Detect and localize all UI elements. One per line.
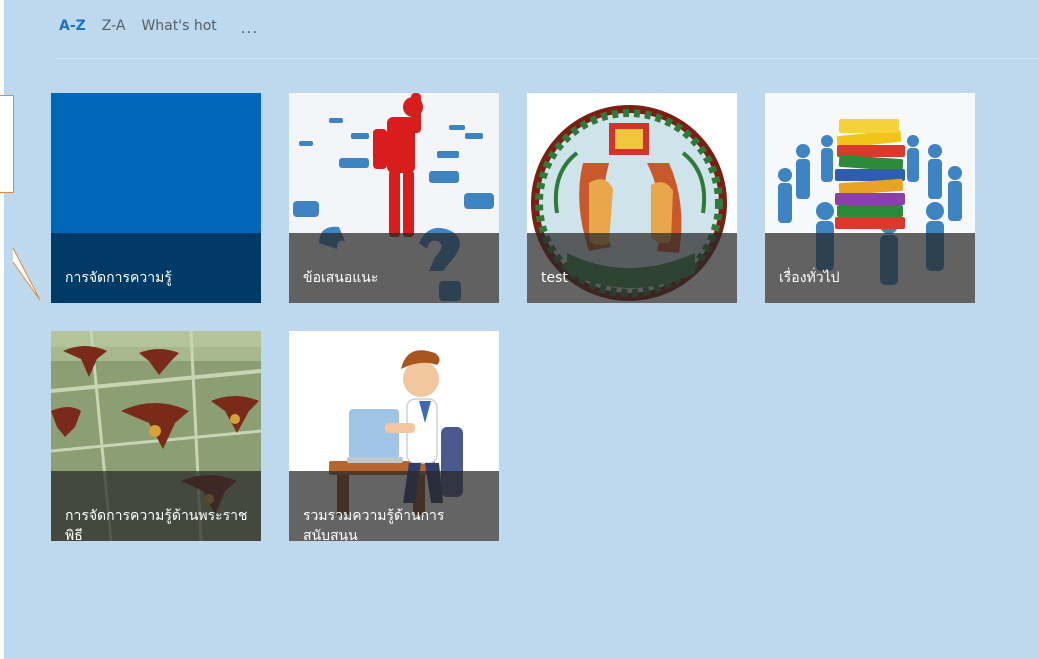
callout-box — [0, 95, 14, 193]
tile-knowledge-management[interactable]: การจัดการความรู้ — [51, 93, 261, 303]
tile-label: ข้อเสนอแนะ — [289, 233, 499, 303]
tile-general-topics[interactable]: เรื่องทั่วไป — [765, 93, 975, 303]
sort-whats-hot-link[interactable]: What's hot — [141, 18, 216, 34]
tile-label: การจัดการความรู้ด้านพระราชพิธี — [51, 471, 261, 541]
more-options-icon[interactable]: ... — [241, 19, 258, 37]
tile-knowledge-ceremony[interactable]: การจัดการความรู้ด้านพระราชพิธี — [51, 331, 261, 541]
tile-knowledge-collection[interactable]: รวมรวมความรู้ด้านการสนับสนุน — [289, 331, 499, 541]
tile-label: เรื่องทั่วไป — [765, 233, 975, 303]
tile-suggestions[interactable]: ข้อเสนอแนะ — [289, 93, 499, 303]
sort-az-link[interactable]: A-Z — [59, 18, 86, 34]
tile-label: รวมรวมความรู้ด้านการสนับสนุน — [289, 471, 499, 541]
tile-label: การจัดการความรู้ — [51, 233, 261, 303]
divider — [56, 58, 1039, 59]
sort-bar: A-Z Z-A What's hot ... — [59, 14, 258, 38]
tile-test[interactable]: test — [527, 93, 737, 303]
sort-za-link[interactable]: Z-A — [102, 18, 126, 34]
tile-label: test — [527, 233, 737, 303]
